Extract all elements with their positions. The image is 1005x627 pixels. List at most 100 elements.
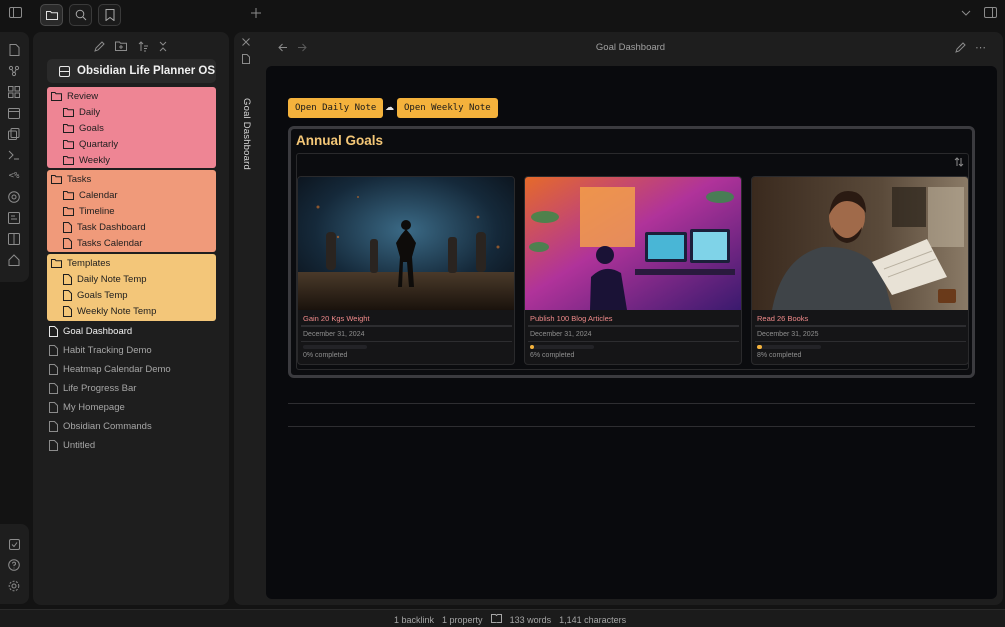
- file-icon: [49, 325, 58, 337]
- file-icon: [63, 221, 72, 233]
- folder-icon: [63, 107, 74, 117]
- goal-cover-image: [525, 177, 741, 310]
- sort-button[interactable]: [135, 38, 151, 54]
- file-habit-tracking-demo[interactable]: Habit Tracking Demo: [49, 342, 152, 358]
- goal-name[interactable]: Gain 20 Kgs Weight: [301, 311, 512, 326]
- tab-goal-dashboard[interactable]: Goal Dashboard: [241, 98, 252, 170]
- slides-icon[interactable]: [6, 210, 22, 226]
- goal-card[interactable]: Read 26 Books December 31, 2025 8% compl…: [751, 176, 969, 365]
- settings-icon[interactable]: [6, 578, 22, 594]
- folder-icon: [51, 174, 62, 184]
- bookmark-icon: [105, 9, 114, 21]
- goal-date: December 31, 2024: [528, 326, 739, 342]
- folder-goals[interactable]: Goals: [63, 120, 104, 136]
- pane-title: Goal Dashboard: [595, 42, 666, 53]
- file-task-dashboard[interactable]: Task Dashboard: [63, 219, 146, 235]
- goal-progress-fill: [757, 345, 763, 349]
- file-icon: [49, 382, 58, 394]
- new-note-button[interactable]: [91, 38, 107, 54]
- file-goals-temp[interactable]: Goals Temp: [63, 287, 128, 303]
- word-count: 133 words: [509, 614, 552, 625]
- goal-progress-bar: [303, 345, 367, 349]
- open-weekly-note-button[interactable]: Open Weekly Note: [397, 98, 498, 118]
- folder-icon: [63, 123, 74, 133]
- tab-strip: Goal Dashboard: [234, 32, 258, 605]
- search-tab-button[interactable]: [69, 4, 92, 26]
- goal-cover-image: [752, 177, 968, 310]
- edit-icon[interactable]: [955, 42, 966, 56]
- folder-daily[interactable]: Daily: [63, 104, 100, 120]
- file-daily-note-temp[interactable]: Daily Note Temp: [63, 271, 147, 287]
- character-count: 1,141 characters: [559, 614, 627, 625]
- files-tab-button[interactable]: [40, 4, 63, 26]
- vault-switcher[interactable]: Obsidian Life Planner OS: [47, 59, 216, 83]
- calendar-icon[interactable]: [6, 105, 22, 121]
- folder-quartarly[interactable]: Quartarly: [63, 136, 118, 152]
- vault-icon[interactable]: [6, 536, 22, 552]
- new-tab-button[interactable]: [245, 2, 267, 24]
- new-note-icon[interactable]: [6, 42, 22, 58]
- file-weekly-note-temp[interactable]: Weekly Note Temp: [63, 303, 156, 319]
- help-circle-icon[interactable]: [6, 557, 22, 573]
- terminal-icon[interactable]: [6, 147, 22, 163]
- folder-templates[interactable]: Templates: [51, 255, 110, 271]
- horizontal-rule: [288, 403, 975, 404]
- file-icon: [49, 401, 58, 413]
- folder-calendar[interactable]: Calendar: [63, 187, 118, 203]
- reading-view-icon[interactable]: [490, 614, 502, 625]
- bookmarks-tab-button[interactable]: [98, 4, 121, 26]
- file-untitled[interactable]: Untitled: [49, 437, 95, 453]
- book-icon[interactable]: [6, 231, 22, 247]
- new-folder-button[interactable]: [113, 38, 129, 54]
- file-goal-dashboard[interactable]: Goal Dashboard: [49, 323, 132, 339]
- folder-weekly[interactable]: Weekly: [63, 152, 110, 168]
- folder-timeline[interactable]: Timeline: [63, 203, 115, 219]
- annual-goals-card: Annual Goals Gain 20 Kgs Weight December…: [288, 126, 975, 378]
- sort-icon: [138, 40, 148, 51]
- left-ribbon: <%: [0, 32, 29, 282]
- close-icon[interactable]: [242, 38, 250, 49]
- open-daily-note-button[interactable]: Open Daily Note: [288, 98, 384, 118]
- folder-icon: [51, 91, 62, 101]
- file-tasks-calendar[interactable]: Tasks Calendar: [63, 235, 142, 251]
- file-icon: [63, 305, 72, 317]
- file-my-homepage[interactable]: My Homepage: [49, 399, 125, 415]
- folder-plus-icon: [115, 41, 127, 51]
- goal-progress-label: 0% completed: [303, 352, 348, 359]
- right-sidebar-toggle-icon[interactable]: [979, 1, 1001, 23]
- goal-card[interactable]: Gain 20 Kgs Weight December 31, 2024 0% …: [297, 176, 515, 365]
- folder-review-block: Review Daily Goals Quartarly Weekly: [47, 87, 216, 168]
- more-options-icon[interactable]: ⋯: [975, 41, 986, 54]
- goal-cover-image: [298, 177, 514, 310]
- folder-review[interactable]: Review: [51, 88, 98, 104]
- file-explorer-actions: [33, 36, 229, 56]
- sort-icon[interactable]: [954, 157, 964, 170]
- goal-card[interactable]: Publish 100 Blog Articles December 31, 2…: [524, 176, 742, 365]
- backlink-count[interactable]: 1 backlink: [394, 615, 434, 625]
- canvas-icon[interactable]: [6, 84, 22, 100]
- tab-list-button[interactable]: [955, 2, 977, 24]
- help-icon[interactable]: [6, 189, 22, 205]
- sidebar-toggle-icon[interactable]: [4, 1, 26, 23]
- home-icon[interactable]: [6, 252, 22, 268]
- folder-tasks[interactable]: Tasks: [51, 171, 91, 187]
- goal-name[interactable]: Read 26 Books: [755, 311, 966, 326]
- search-icon: [75, 9, 86, 21]
- file-icon: [63, 273, 72, 285]
- goal-progress-bar: [530, 345, 594, 349]
- file-life-progress-bar[interactable]: Life Progress Bar: [49, 380, 136, 396]
- goal-date: December 31, 2024: [301, 326, 512, 342]
- file-explorer: Obsidian Life Planner OS Review Daily Go…: [33, 32, 229, 605]
- editor-pane: Goal Dashboard ⋯ Open Daily Note ☁ Open …: [258, 32, 1003, 605]
- file-obsidian-commands[interactable]: Obsidian Commands: [49, 418, 152, 434]
- property-count[interactable]: 1 property: [442, 615, 483, 625]
- goal-name[interactable]: Publish 100 Blog Articles: [528, 311, 739, 326]
- file-icon: [49, 420, 58, 432]
- file-heatmap-calendar-demo[interactable]: Heatmap Calendar Demo: [49, 361, 171, 377]
- graph-icon[interactable]: [6, 63, 22, 79]
- collapse-all-button[interactable]: [155, 38, 171, 54]
- copy-icon[interactable]: [6, 126, 22, 142]
- note-content: Open Daily Note ☁ Open Weekly Note Annua…: [266, 66, 997, 599]
- pane-header: Goal Dashboard ⋯: [258, 32, 1003, 64]
- template-icon[interactable]: <%: [6, 168, 22, 184]
